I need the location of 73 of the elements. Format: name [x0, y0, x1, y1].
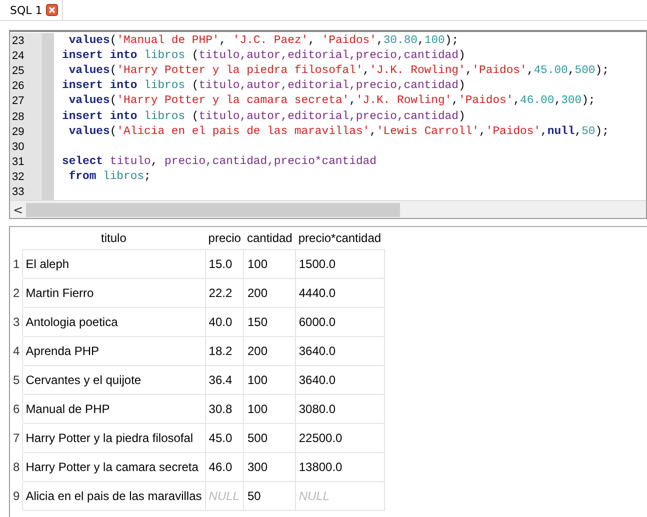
column-header[interactable]: precio*cantidad: [295, 227, 384, 250]
table-cell: 6000.0: [295, 308, 384, 337]
table-cell: 13800.0: [295, 452, 384, 482]
line-number: 26: [10, 78, 54, 94]
table-cell: NULL: [295, 482, 384, 511]
scrollbar-thumb[interactable]: [26, 202, 400, 217]
line-number: 25: [10, 63, 54, 79]
row-number: 3: [10, 308, 22, 337]
column-header[interactable]: titulo: [22, 227, 206, 250]
line-number: 30: [10, 139, 54, 154]
table-cell: Harry Potter y la piedra filosofal: [22, 424, 206, 453]
table-cell: 100: [244, 394, 296, 424]
line-number: 23: [10, 33, 54, 48]
table-cell: 300: [244, 452, 296, 482]
line-number: 27: [10, 94, 54, 109]
code-line: insert into libros (titulo,autor,editorial,precio,cantidad): [62, 50, 466, 62]
code-line: insert into libros (titulo,autor,editorial,precio,cantidad): [62, 110, 466, 123]
table-cell: Alicia en el pais de las maravillas: [22, 482, 206, 511]
row-number: 6: [10, 394, 22, 424]
table-cell: 100: [244, 250, 296, 279]
code-line: values('Harry Potter y la camara secreta','J.K. Rowling','Paidos',46.00,300);: [68, 95, 596, 108]
table-cell: 150: [244, 308, 296, 337]
table-cell: El aleph: [22, 250, 206, 279]
code-line: values('Manual de PHP', 'J.C. Paez', 'Paidos',30.80,100);: [68, 34, 459, 47]
row-number: 7: [10, 424, 22, 453]
table-cell: 30.8: [205, 394, 244, 424]
row-number: 9: [10, 482, 22, 511]
table-cell: 36.4: [205, 366, 244, 395]
line-number: 33: [10, 184, 54, 200]
table-cell: Antologia poetica: [22, 308, 206, 337]
table-cell: 3080.0: [295, 394, 384, 424]
code-line: values('Alicia en el pais de las maravillas','Lewis Carroll','Paidos',null,50);: [68, 126, 609, 138]
table-cell: 200: [244, 336, 296, 366]
table-cell: 22500.0: [295, 424, 384, 453]
table-cell: 200: [244, 278, 296, 308]
table-cell: 15.0: [205, 250, 244, 279]
row-number: 1: [10, 250, 22, 279]
table-cell: 4440.0: [295, 278, 384, 308]
row-number: 2: [10, 278, 22, 308]
close-icon[interactable]: [46, 4, 58, 16]
table-cell: 46.0: [205, 452, 244, 482]
table-cell: 500: [244, 424, 296, 453]
table-cell: 50: [244, 482, 296, 511]
table-cell: 3640.0: [295, 366, 384, 395]
table-cell: 100: [244, 366, 296, 395]
line-number: 32: [10, 170, 54, 185]
table-cell: 22.2: [205, 278, 244, 308]
table-cell: 18.2: [205, 336, 244, 366]
table-cell: NULL: [205, 482, 244, 511]
table-cell: Manual de PHP: [22, 394, 206, 424]
table-cell: Cervantes y el quijote: [22, 366, 206, 395]
table-cell: Aprenda PHP: [22, 336, 206, 366]
line-number: 28: [10, 108, 54, 124]
code-line: values('Harry Potter y la piedra filosofal','J.K. Rowling','Paidos',45.00,500);: [68, 64, 609, 77]
table-cell: Harry Potter y la camara secreta: [22, 452, 206, 482]
line-number: 29: [10, 124, 54, 140]
table-cell: Martin Fierro: [22, 278, 206, 308]
column-header[interactable]: precio: [205, 227, 244, 250]
table-cell: 1500.0: [295, 250, 384, 279]
code-line: from libros;: [68, 171, 151, 184]
table-cell: 3640.0: [295, 336, 384, 366]
row-number: 8: [10, 452, 22, 482]
code-editor[interactable]: [9, 30, 647, 220]
code-line: select titulo, precio,cantidad,precio*cantidad: [62, 156, 376, 168]
column-header[interactable]: cantidad: [244, 227, 296, 250]
table-cell: 45.0: [205, 424, 244, 453]
line-number: 24: [10, 48, 54, 64]
scroll-left-button[interactable]: <: [10, 202, 26, 217]
row-number: 4: [10, 336, 22, 366]
line-number: 31: [10, 154, 54, 170]
code-line: insert into libros (titulo,autor,editorial,precio,cantidad): [62, 80, 466, 92]
table-cell: 40.0: [205, 308, 244, 337]
row-number: 5: [10, 366, 22, 395]
